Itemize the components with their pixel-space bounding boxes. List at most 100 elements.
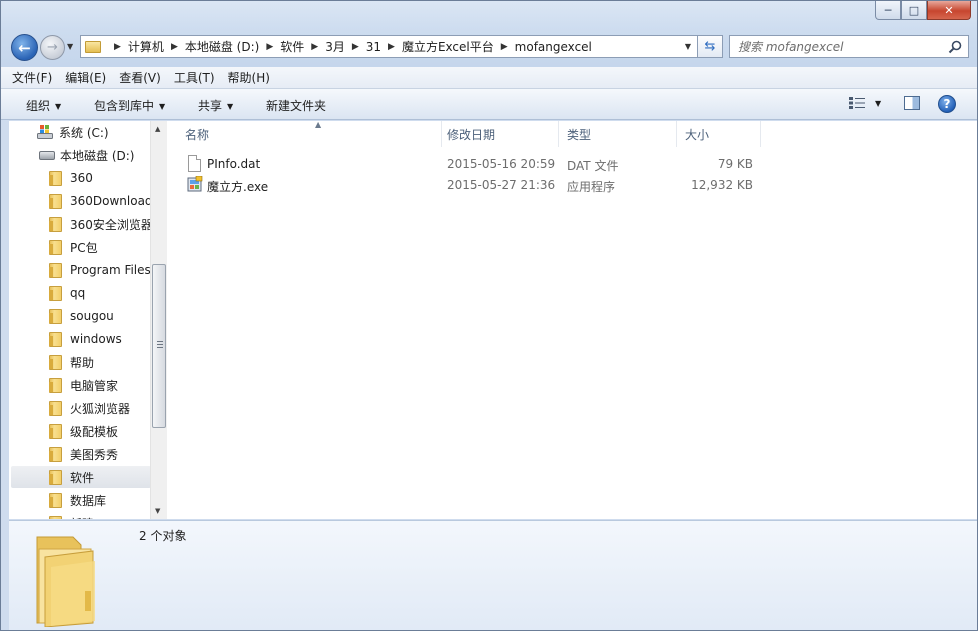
chevron-right-icon[interactable]: ▶	[311, 42, 318, 52]
recent-pages-dropdown[interactable]: ▼	[67, 42, 73, 51]
chevron-right-icon[interactable]: ▶	[266, 42, 273, 52]
tree-label: windows	[70, 332, 122, 346]
folder-icon	[49, 308, 62, 324]
breadcrumb-31[interactable]: 31	[366, 40, 381, 54]
maximize-button[interactable]: □	[901, 1, 927, 20]
column-header-modified[interactable]: 修改日期	[439, 121, 559, 147]
file-size: 12,932 KB	[691, 178, 753, 192]
column-header-type[interactable]: 类型	[559, 121, 677, 147]
file-list: ▲ 名称 修改日期 类型 大小 PInfo.dat 2015-05-16 20:…	[167, 120, 977, 519]
tree-item-folder-selected[interactable]: 软件	[11, 466, 151, 488]
tree-item-folder[interactable]: 电脑管家	[49, 374, 118, 396]
menu-tools[interactable]: 工具(T)	[174, 69, 215, 86]
command-bar: 组织 ▼ 包含到库中 ▼ 共享 ▼ 新建文件夹 ▼ ?	[1, 89, 977, 120]
tree-label: sougou	[70, 309, 114, 323]
breadcrumb-local-disk[interactable]: 本地磁盘 (D:)	[185, 38, 259, 55]
column-header-label: 修改日期	[447, 127, 496, 142]
tree-label: 系统 (C:)	[59, 125, 109, 140]
menu-edit[interactable]: 编辑(E)	[65, 69, 106, 86]
file-row[interactable]: 魔立方.exe 2015-05-27 21:36 应用程序 12,932 KB	[167, 175, 767, 196]
column-header-size[interactable]: 大小	[677, 121, 761, 147]
back-button[interactable]: ←	[11, 34, 38, 61]
tree-item-folder[interactable]: 新建	[49, 512, 94, 519]
folder-icon	[36, 536, 95, 627]
help-icon: ?	[943, 97, 951, 111]
share-button[interactable]: 共享 ▼	[198, 97, 233, 114]
tree-label: 帮助	[70, 355, 95, 370]
menu-file[interactable]: 文件(F)	[12, 69, 52, 86]
breadcrumb-computer[interactable]: 计算机	[128, 38, 164, 55]
column-header-name[interactable]: ▲ 名称	[177, 120, 442, 147]
tree-item-folder[interactable]: 数据库	[49, 489, 106, 511]
search-box[interactable]	[729, 35, 969, 58]
tree-label: 电脑管家	[70, 378, 119, 393]
tree-item-folder[interactable]: 级配模板	[49, 420, 118, 442]
document-icon	[188, 155, 201, 172]
drive-icon	[39, 150, 55, 160]
organize-label: 组织	[26, 99, 51, 113]
column-header-label: 大小	[685, 127, 710, 142]
caption-buttons: ─ □ ✕	[875, 1, 971, 20]
tree-item-folder[interactable]: qq	[49, 282, 85, 304]
include-in-library-label: 包含到库中	[94, 99, 155, 113]
chevron-right-icon[interactable]: ▶	[114, 42, 121, 52]
menu-view[interactable]: 查看(V)	[119, 69, 161, 86]
view-details-icon	[849, 97, 865, 109]
folder-icon	[49, 423, 62, 439]
folder-icon	[49, 239, 62, 255]
file-row[interactable]: PInfo.dat 2015-05-16 20:59 DAT 文件 79 KB	[167, 154, 767, 175]
tree-item-folder[interactable]: 帮助	[49, 351, 94, 373]
breadcrumb-mofang-platform[interactable]: 魔立方Excel平台	[402, 38, 494, 55]
tree-label: 火狐浏览器	[70, 401, 131, 416]
change-view-button[interactable]: ▼	[849, 97, 881, 109]
nav-scrollbar[interactable]: ▲ ▼	[150, 121, 167, 519]
breadcrumb-software[interactable]: 软件	[280, 38, 304, 55]
tree-item-folder[interactable]: 美图秀秀	[49, 443, 118, 465]
chevron-down-icon: ▼	[159, 102, 166, 111]
chevron-right-icon[interactable]: ▶	[171, 42, 178, 52]
chevron-right-icon[interactable]: ▶	[352, 42, 359, 52]
search-input[interactable]	[738, 39, 938, 54]
address-history-dropdown[interactable]: ▼	[685, 42, 691, 51]
chevron-right-icon[interactable]: ▶	[388, 42, 395, 52]
help-button[interactable]: ?	[938, 95, 956, 113]
include-in-library-button[interactable]: 包含到库中 ▼	[94, 97, 165, 114]
system-drive-icon	[37, 125, 53, 139]
close-button[interactable]: ✕	[927, 1, 971, 20]
file-name: PInfo.dat	[207, 157, 261, 171]
menu-help[interactable]: 帮助(H)	[228, 69, 270, 86]
tree-item-folder[interactable]: 360	[49, 167, 93, 189]
tree-label: PC包	[70, 240, 98, 255]
chevron-down-icon[interactable]: ▼	[875, 99, 881, 108]
search-icon[interactable]	[948, 40, 962, 54]
breadcrumb-mofangexcel[interactable]: mofangexcel	[515, 40, 592, 54]
tree-item-folder[interactable]: Program Files	[49, 259, 151, 281]
address-bar[interactable]: ▶ 计算机 ▶ 本地磁盘 (D:) ▶ 软件 ▶ 3月 ▶ 31 ▶ 魔立方Ex…	[80, 35, 698, 58]
tree-item-system-drive[interactable]: 系统 (C:)	[37, 121, 109, 143]
file-name: 魔立方.exe	[207, 180, 269, 194]
file-modified: 2015-05-27 21:36	[447, 178, 556, 192]
minimize-button[interactable]: ─	[875, 1, 901, 20]
breadcrumb-march[interactable]: 3月	[325, 38, 345, 55]
column-header-label: 名称	[185, 127, 210, 142]
new-folder-button[interactable]: 新建文件夹	[266, 97, 326, 114]
chevron-right-icon[interactable]: ▶	[501, 42, 508, 52]
sort-ascending-icon: ▲	[315, 120, 322, 129]
refresh-button[interactable]: ⇆	[698, 35, 723, 58]
tree-item-folder[interactable]: 360安全浏览器	[49, 213, 153, 235]
organize-button[interactable]: 组织 ▼	[26, 97, 61, 114]
tree-item-folder[interactable]: 火狐浏览器	[49, 397, 130, 419]
folder-icon	[49, 285, 62, 301]
preview-pane-button[interactable]	[904, 96, 920, 110]
scroll-thumb[interactable]	[152, 264, 166, 428]
scroll-down-icon[interactable]: ▼	[155, 507, 160, 515]
scroll-up-icon[interactable]: ▲	[155, 125, 160, 133]
file-size: 79 KB	[717, 157, 753, 171]
folder-icon	[49, 400, 62, 416]
tree-item-folder[interactable]: PC包	[49, 236, 98, 258]
tree-item-folder[interactable]: windows	[49, 328, 122, 350]
tree-item-folder[interactable]: sougou	[49, 305, 114, 327]
tree-item-folder[interactable]: 360Downloads	[49, 190, 159, 212]
forward-button[interactable]: →	[40, 35, 65, 60]
tree-item-local-disk[interactable]: 本地磁盘 (D:)	[39, 144, 134, 166]
